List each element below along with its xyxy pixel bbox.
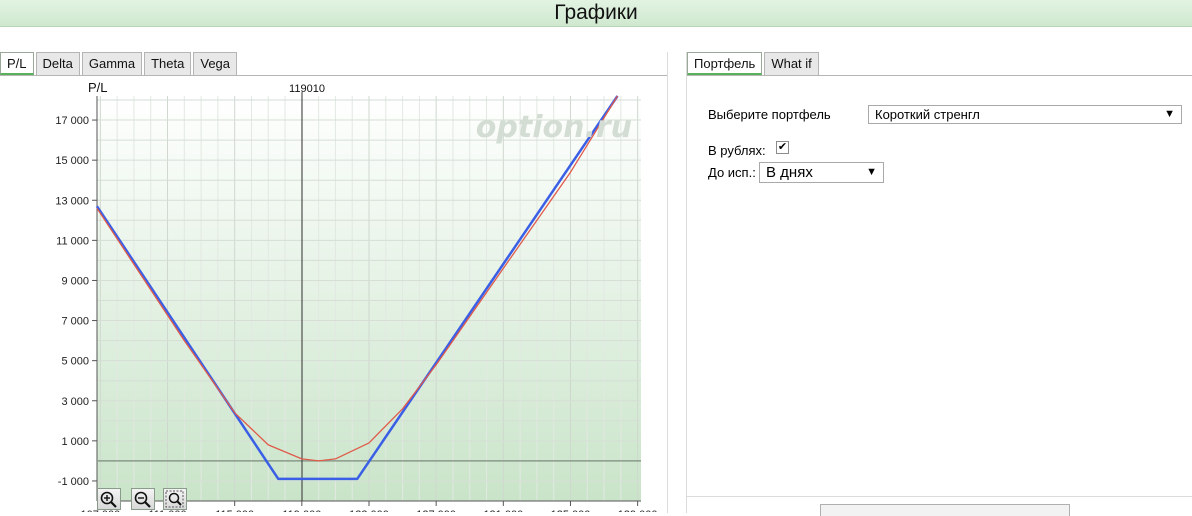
x-tick-label: 135 000 bbox=[551, 509, 591, 512]
y-tick-label: 17 000 bbox=[55, 115, 89, 127]
y-tick-label: 15 000 bbox=[55, 155, 89, 167]
y-axis-label: P/L bbox=[88, 82, 108, 95]
chevron-down-icon: ▼ bbox=[866, 166, 877, 178]
tab-divider bbox=[0, 75, 667, 76]
tab-gamma[interactable]: Gamma bbox=[81, 52, 143, 75]
x-tick-label: 115 000 bbox=[215, 509, 254, 512]
zoom-fit-button[interactable] bbox=[163, 488, 187, 510]
zoom-out-button[interactable] bbox=[131, 488, 155, 510]
expiry-label: До исп.: bbox=[708, 165, 756, 180]
y-tick-label: 13 000 bbox=[55, 195, 89, 207]
x-tick-label: 123 000 bbox=[349, 509, 389, 512]
x-tick-label: 131 000 bbox=[483, 509, 523, 512]
x-tick-label: 139 000 bbox=[618, 509, 658, 512]
y-tick-label: -1 000 bbox=[58, 476, 89, 488]
x-tick-label: 119 000 bbox=[282, 509, 321, 512]
y-tick-label: 3 000 bbox=[61, 396, 89, 408]
rubles-checkbox[interactable]: ✔ bbox=[776, 141, 789, 154]
y-tick-label: 9 000 bbox=[61, 275, 89, 287]
zoom-fit-icon bbox=[165, 490, 184, 508]
tab-vega[interactable]: Vega bbox=[193, 52, 238, 75]
settings-tabs: Портфель What if bbox=[687, 52, 821, 75]
portfolio-select-value: Короткий стренгл bbox=[875, 107, 980, 122]
y-tick-label: 11 000 bbox=[56, 235, 89, 247]
portfolio-select[interactable]: Короткий стренгл ▼ bbox=[868, 105, 1182, 124]
expiry-select-value: В днях bbox=[766, 164, 813, 181]
page-title: Графики bbox=[0, 0, 1192, 27]
panel-footer-divider bbox=[687, 496, 1192, 497]
chart-watermark: option.ru bbox=[476, 110, 632, 145]
tab-pl[interactable]: P/L bbox=[0, 52, 34, 75]
settings-panel: Портфель What if Выберите портфель Корот… bbox=[686, 52, 1192, 513]
chart-panel: P/L Delta Gamma Theta Vega -1 000 1 000 3 … bbox=[0, 52, 668, 513]
pl-chart[interactable]: -1 000 1 000 3 000 5 000 7 000 9 000 11 000 13 … bbox=[0, 82, 668, 512]
check-icon: ✔ bbox=[777, 141, 788, 153]
tab-divider-right bbox=[687, 75, 1192, 76]
zoom-out-icon bbox=[134, 491, 151, 508]
expiry-select[interactable]: В днях ▼ bbox=[759, 162, 884, 183]
rubles-label: В рублях: bbox=[708, 143, 766, 158]
tab-theta[interactable]: Theta bbox=[144, 52, 192, 75]
y-tick-label: 5 000 bbox=[61, 356, 89, 368]
y-tick-label: 1 000 bbox=[61, 436, 89, 448]
portfolio-label: Выберите портфель bbox=[708, 107, 831, 122]
zoom-in-button[interactable] bbox=[97, 488, 121, 510]
tab-what-if[interactable]: What if bbox=[764, 52, 819, 75]
current-price-label: 119010 bbox=[289, 83, 325, 95]
chevron-down-icon: ▼ bbox=[1164, 108, 1175, 120]
tab-portfolio[interactable]: Портфель bbox=[687, 52, 763, 75]
footer-button[interactable] bbox=[820, 504, 1070, 516]
tab-delta[interactable]: Delta bbox=[35, 52, 80, 75]
x-tick-label: 127 000 bbox=[416, 509, 456, 512]
chart-tabs: P/L Delta Gamma Theta Vega bbox=[0, 52, 239, 75]
zoom-in-icon bbox=[100, 491, 117, 508]
y-tick-label: 7 000 bbox=[61, 316, 89, 328]
